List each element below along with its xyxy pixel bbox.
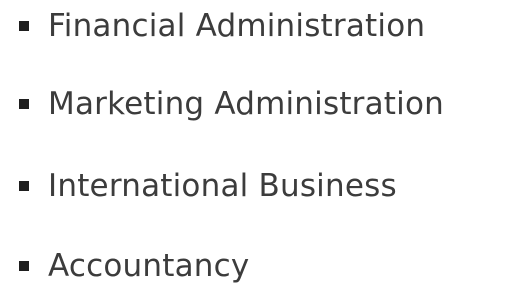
list-item-label: Financial Administration (48, 8, 426, 44)
list-item: Financial Administration (0, 6, 512, 46)
square-bullet-icon (19, 21, 29, 31)
list-item: International Business (0, 166, 512, 206)
list-item: Marketing Administration (0, 84, 512, 124)
list-item-label: International Business (48, 168, 397, 204)
list-item: Accountancy (0, 246, 512, 286)
square-bullet-icon (19, 181, 29, 191)
square-bullet-icon (19, 99, 29, 109)
list-item-label: Accountancy (48, 248, 250, 284)
list-item-label: Marketing Administration (48, 86, 444, 122)
square-bullet-icon (19, 261, 29, 271)
